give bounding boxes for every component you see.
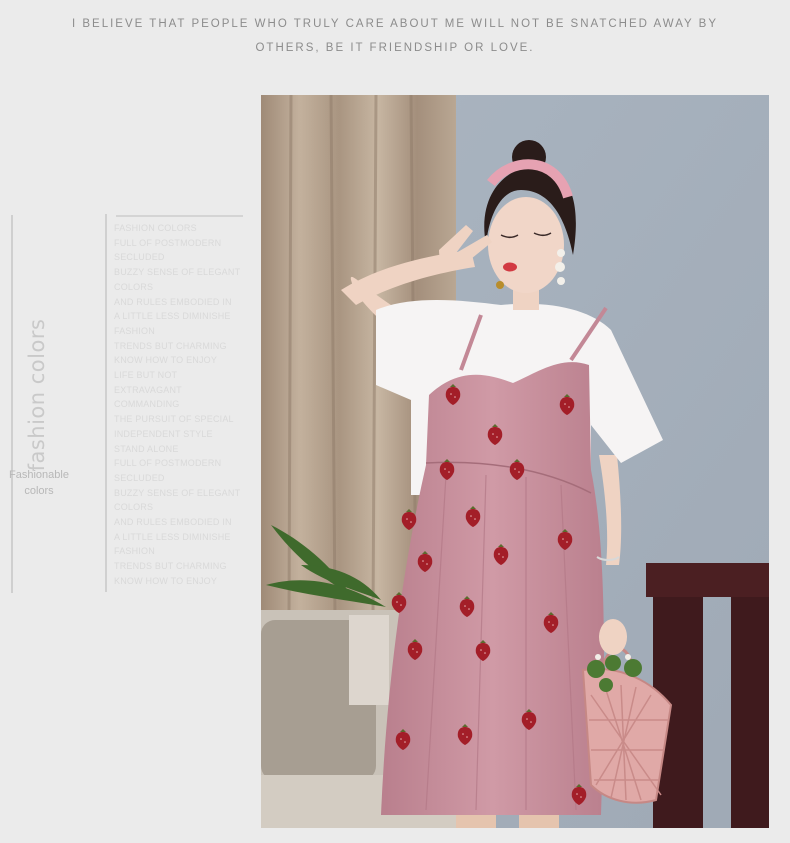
vertical-title: fashion colors — [25, 318, 49, 472]
copy-line: BUZZY SENSE OF ELEGANT — [114, 267, 241, 278]
copy-text-block: FASHION COLORS FULL OF POSTMODERN SECLUDED… — [114, 221, 254, 589]
copy-line: BUZZY SENSE OF ELEGANT — [114, 487, 241, 498]
copy-line: KNOW HOW TO ENJOY — [114, 355, 218, 366]
copy-line: FASHION COLORS — [114, 223, 197, 233]
copy-line: FASHION — [114, 546, 155, 557]
copy-line: SECLUDED — [114, 252, 165, 263]
side-table-top — [646, 563, 769, 597]
fashionable-colors-label: Fashionable colors — [0, 467, 78, 499]
copy-line: FASHION — [114, 325, 155, 336]
header-line-2: OTHERS, BE IT FRIENDSHIP OR LOVE. — [255, 42, 535, 54]
copy-line: KNOW HOW TO ENJOY — [114, 575, 218, 586]
copy-line: LIFE BUT NOT — [114, 370, 178, 381]
copy-line: A LITTLE LESS DIMINISHE — [114, 531, 231, 542]
left-divider — [11, 215, 13, 593]
copy-line: COMMANDING — [114, 399, 180, 410]
copy-line: EXTRAVAGANT — [114, 384, 182, 395]
copy-line: INDEPENDENT STYLE — [114, 428, 213, 439]
copy-line: FULL OF POSTMODERN — [114, 458, 222, 469]
copy-line: TRENDS BUT CHARMING — [114, 340, 227, 351]
copy-line: COLORS — [114, 281, 154, 292]
copy-line: AND RULES EMBODIED IN — [114, 517, 232, 528]
copy-line: AND RULES EMBODIED IN — [114, 296, 232, 307]
top-divider — [116, 215, 243, 217]
copy-line: A LITTLE LESS DIMINISHE — [114, 311, 231, 322]
header-quote: I BELIEVE THAT PEOPLE WHO TRULY CARE ABO… — [0, 12, 790, 60]
copy-line: FULL OF POSTMODERN — [114, 237, 222, 248]
copy-line: COLORS — [114, 502, 154, 513]
product-photo — [261, 95, 769, 828]
copy-line: STAND ALONE — [114, 443, 179, 454]
copy-line: SECLUDED — [114, 472, 165, 483]
copy-line: THE PURSUIT OF SPECIAL — [114, 414, 234, 425]
label-line-1: Fashionable — [9, 469, 69, 481]
header-line-1: I BELIEVE THAT PEOPLE WHO TRULY CARE ABO… — [71, 18, 719, 30]
middle-divider — [105, 214, 107, 592]
copy-line: TRENDS BUT CHARMING — [114, 561, 227, 572]
label-line-2: colors — [24, 485, 54, 497]
face — [488, 197, 564, 293]
